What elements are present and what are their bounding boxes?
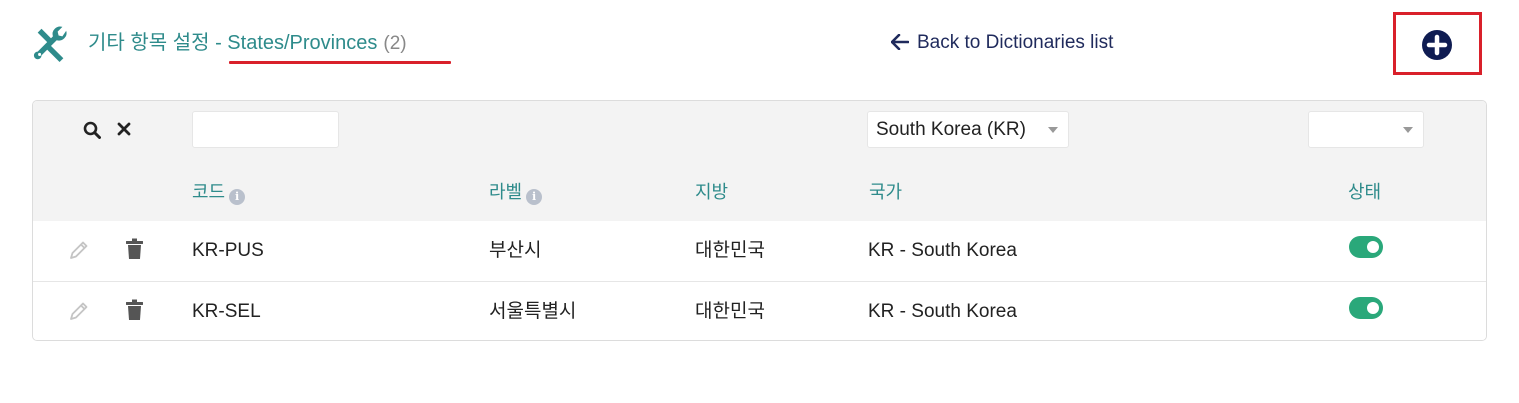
status-toggle[interactable] (1349, 297, 1383, 319)
toggle-knob (1367, 302, 1379, 314)
column-header-label[interactable]: 라벨 i (489, 178, 543, 205)
trash-icon[interactable] (125, 238, 144, 260)
page-header: 기타 항목 설정 - States/Provinces (2) Back to D… (0, 0, 1519, 90)
search-icon[interactable] (83, 121, 101, 139)
cell-label: 부산시 (489, 240, 542, 261)
status-toggle[interactable] (1349, 236, 1383, 258)
column-header-code[interactable]: 코드 i (192, 178, 246, 205)
add-button[interactable] (1422, 30, 1452, 60)
toggle-knob (1367, 241, 1379, 253)
cell-country: KR - South Korea (868, 301, 1017, 322)
table-row: KR-SEL 서울특별시 대한민국 KR - South Korea (33, 282, 1486, 340)
cell-region: 대한민국 (695, 240, 765, 261)
info-icon[interactable]: i (526, 189, 543, 205)
title-underline (229, 61, 451, 64)
info-icon[interactable]: i (229, 189, 246, 205)
cell-country: KR - South Korea (868, 240, 1017, 261)
chevron-down-icon (1048, 127, 1058, 133)
back-link-label: Back to Dictionaries list (917, 32, 1114, 53)
status-filter-select[interactable] (1308, 111, 1424, 148)
cell-code: KR-PUS (192, 240, 264, 261)
column-header-status[interactable]: 상태 (1348, 178, 1381, 204)
cell-label: 서울특별시 (489, 301, 577, 322)
arrow-left-icon (891, 34, 909, 50)
cell-code: KR-SEL (192, 301, 261, 322)
title-link[interactable]: States/Provinces (227, 32, 377, 54)
pencil-icon[interactable] (68, 239, 90, 261)
page-title: 기타 항목 설정 - States/Provinces (2) (88, 30, 407, 57)
column-header-label-label: 라벨 (489, 182, 523, 202)
cell-region: 대한민국 (695, 301, 765, 322)
close-icon[interactable] (117, 122, 131, 136)
pencil-icon[interactable] (68, 300, 90, 322)
table-row: KR-PUS 부산시 대한민국 KR - South Korea (33, 221, 1486, 282)
plus-circle-icon (1426, 34, 1448, 56)
item-count: (2) (383, 33, 407, 54)
title-prefix: 기타 항목 설정 - (88, 32, 228, 54)
tools-icon (33, 26, 67, 63)
chevron-down-icon (1403, 127, 1413, 133)
country-filter-value: South Korea (KR) (876, 119, 1026, 140)
back-to-dictionaries-link[interactable]: Back to Dictionaries list (891, 31, 1113, 55)
column-header-code-label: 코드 (192, 182, 226, 202)
states-table: South Korea (KR) 코드 i 라벨 i 지방 국가 상태 KR-PUS… (32, 100, 1487, 341)
code-filter-input[interactable] (192, 111, 339, 148)
column-header-region[interactable]: 지방 (695, 178, 728, 204)
column-header-country[interactable]: 국가 (869, 178, 902, 204)
country-filter-select[interactable]: South Korea (KR) (867, 111, 1069, 148)
table-header: South Korea (KR) 코드 i 라벨 i 지방 국가 상태 (33, 101, 1486, 222)
trash-icon[interactable] (125, 299, 144, 321)
